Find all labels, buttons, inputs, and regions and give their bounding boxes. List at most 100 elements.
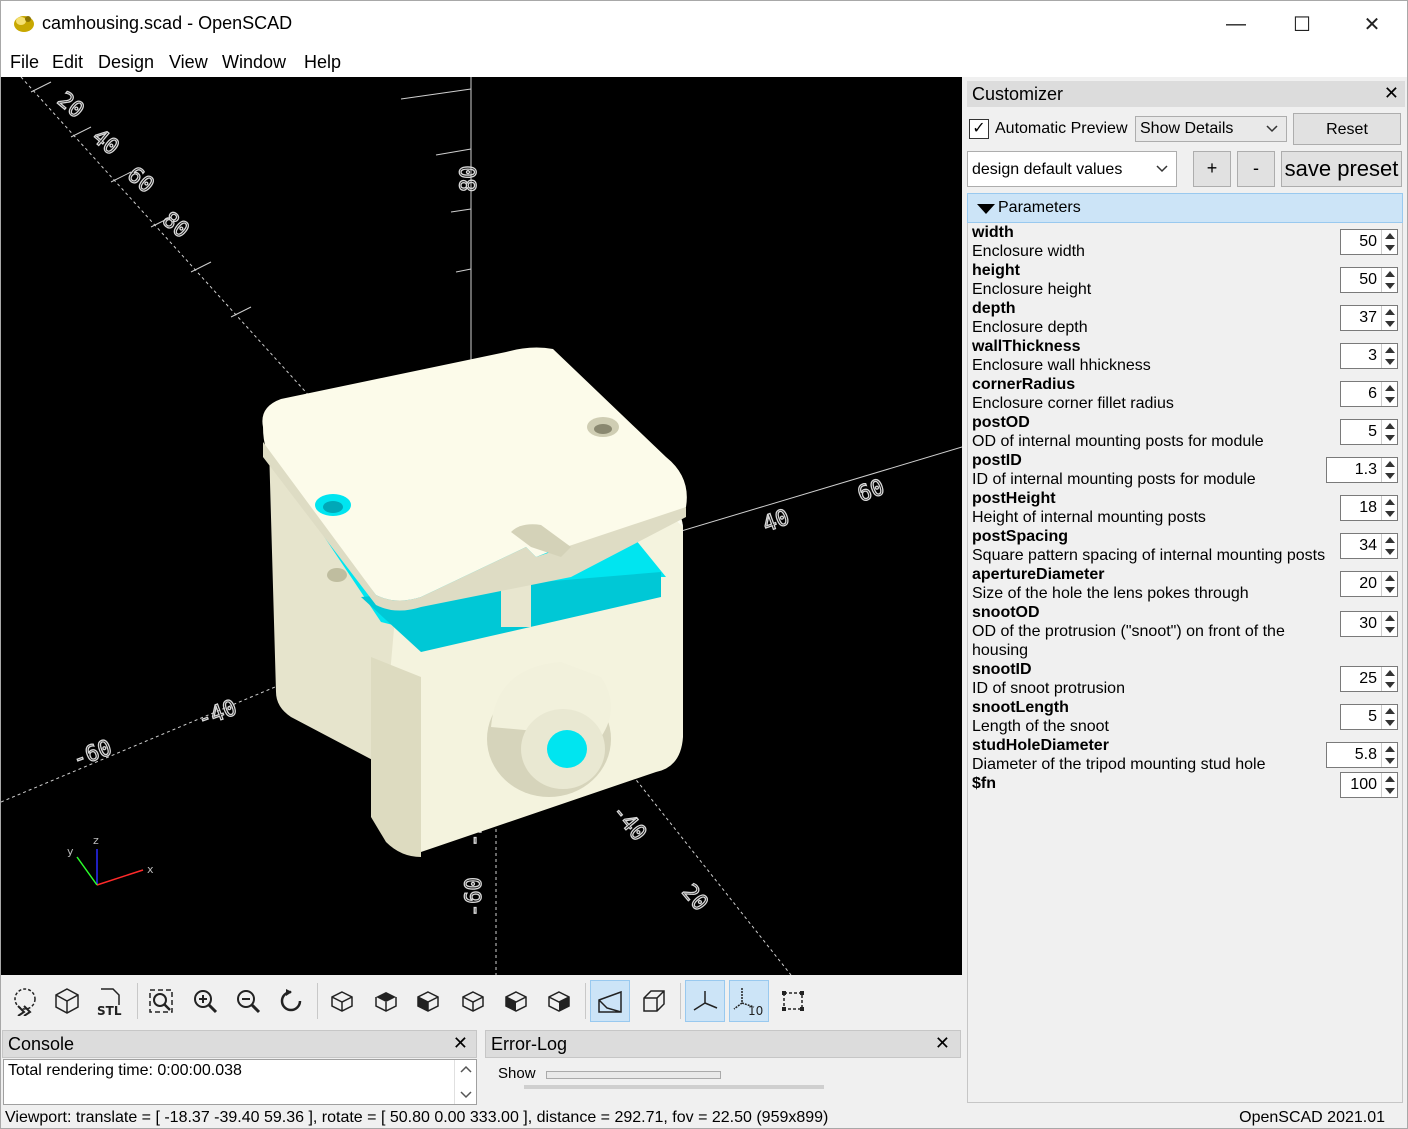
errorlog-show-label: Show bbox=[498, 1065, 536, 1082]
menu-view[interactable]: View bbox=[169, 52, 208, 73]
show-edges-button[interactable] bbox=[773, 980, 813, 1022]
export-stl-button[interactable]: STL bbox=[91, 980, 131, 1022]
param-row: $fn 100 bbox=[972, 772, 1402, 798]
param-value-spinbox[interactable]: 5.8 bbox=[1326, 742, 1398, 768]
3d-viewport[interactable]: 20 40 60 80 -40 -60 40 60 80 -20 -40 -60… bbox=[1, 77, 962, 975]
zoom-in-button[interactable] bbox=[185, 980, 225, 1022]
view-left-button[interactable] bbox=[453, 980, 493, 1022]
show-axes-button[interactable] bbox=[685, 980, 725, 1022]
param-value-spinbox[interactable]: 18 bbox=[1340, 495, 1398, 521]
param-description: Enclosure depth bbox=[972, 319, 1088, 336]
param-value-spinbox[interactable]: 5 bbox=[1340, 419, 1398, 445]
view-front-button[interactable] bbox=[496, 980, 536, 1022]
param-description: ID of snoot protrusion bbox=[972, 680, 1125, 697]
param-value-spinbox[interactable]: 37 bbox=[1340, 305, 1398, 331]
param-value-spinbox[interactable]: 3 bbox=[1340, 343, 1398, 369]
spin-arrows-icon[interactable] bbox=[1381, 667, 1397, 691]
remove-preset-button[interactable]: - bbox=[1237, 151, 1275, 187]
perspective-button[interactable] bbox=[590, 980, 630, 1022]
param-description: Height of internal mounting posts bbox=[972, 509, 1206, 526]
menu-design[interactable]: Design bbox=[98, 52, 154, 73]
param-value-spinbox[interactable]: 20 bbox=[1340, 571, 1398, 597]
param-name: $fn bbox=[972, 775, 996, 792]
console-output[interactable]: Total rendering time: 0:00:00.038 bbox=[3, 1059, 477, 1105]
preview-button[interactable] bbox=[5, 980, 45, 1022]
spin-arrows-icon[interactable] bbox=[1381, 612, 1397, 636]
spin-arrows-icon[interactable] bbox=[1381, 743, 1397, 767]
param-value-spinbox[interactable]: 1.3 bbox=[1326, 457, 1398, 483]
close-window-button[interactable]: ✕ bbox=[1349, 9, 1395, 39]
param-description: Diameter of the tripod mounting stud hol… bbox=[972, 756, 1266, 773]
menu-edit[interactable]: Edit bbox=[52, 52, 83, 73]
reset-button[interactable]: Reset bbox=[1293, 113, 1401, 145]
errorlog-scrollbar[interactable] bbox=[524, 1085, 824, 1089]
param-value-spinbox[interactable]: 50 bbox=[1340, 229, 1398, 255]
preset-select[interactable]: design default values bbox=[967, 151, 1177, 187]
3d-render-canvas[interactable]: 20 40 60 80 -40 -60 40 60 80 -20 -40 -60… bbox=[1, 77, 962, 975]
reset-view-button[interactable] bbox=[271, 980, 311, 1022]
view-bottom-button[interactable] bbox=[408, 980, 448, 1022]
param-description: Size of the hole the lens pokes through bbox=[972, 585, 1249, 602]
errorlog-show-select[interactable] bbox=[546, 1071, 721, 1079]
orthogonal-button[interactable] bbox=[634, 980, 674, 1022]
param-value-spinbox[interactable]: 5 bbox=[1340, 704, 1398, 730]
parameters-section-header[interactable]: Parameters bbox=[967, 193, 1403, 223]
param-row: apertureDiameter Size of the hole the le… bbox=[972, 565, 1402, 603]
view-bottom-icon bbox=[417, 991, 439, 1012]
param-name: postSpacing bbox=[972, 528, 1069, 545]
spin-arrows-icon[interactable] bbox=[1381, 344, 1397, 368]
spin-arrows-icon[interactable] bbox=[1381, 420, 1397, 444]
save-preset-button[interactable]: save preset bbox=[1281, 151, 1402, 187]
show-scale-markers-button[interactable]: 10 bbox=[729, 980, 769, 1022]
spin-arrows-icon[interactable] bbox=[1381, 705, 1397, 729]
param-row: studHoleDiameter Diameter of the tripod … bbox=[972, 736, 1402, 774]
spin-arrows-icon[interactable] bbox=[1381, 306, 1397, 330]
details-select[interactable]: Show Details bbox=[1135, 116, 1287, 142]
spin-arrows-icon[interactable] bbox=[1381, 268, 1397, 292]
spin-arrows-icon[interactable] bbox=[1381, 572, 1397, 596]
param-value-spinbox[interactable]: 25 bbox=[1340, 666, 1398, 692]
customizer-title-bar: Customizer ✕ bbox=[967, 81, 1405, 107]
preview-icon bbox=[14, 988, 36, 1016]
errorlog-close-button[interactable]: ✕ bbox=[935, 1033, 950, 1054]
minimize-button[interactable]: — bbox=[1213, 9, 1259, 39]
automatic-preview-checkbox[interactable]: ✓ bbox=[969, 119, 989, 139]
zoom-out-button[interactable] bbox=[228, 980, 268, 1022]
param-value-spinbox[interactable]: 50 bbox=[1340, 267, 1398, 293]
menu-help[interactable]: Help bbox=[304, 52, 341, 73]
customizer-close-button[interactable]: ✕ bbox=[1384, 83, 1399, 104]
param-description: Enclosure wall hhickness bbox=[972, 357, 1151, 374]
openscad-logo-icon bbox=[14, 16, 34, 32]
customizer-title: Customizer bbox=[972, 84, 1064, 104]
param-value-spinbox[interactable]: 34 bbox=[1340, 533, 1398, 559]
render-button[interactable] bbox=[47, 980, 87, 1022]
ruler-label: 40 bbox=[760, 505, 793, 538]
view-right-button[interactable] bbox=[322, 980, 362, 1022]
param-value-spinbox[interactable]: 6 bbox=[1340, 381, 1398, 407]
maximize-button[interactable]: ☐ bbox=[1279, 9, 1325, 39]
view-back-button[interactable] bbox=[539, 980, 579, 1022]
view-all-button[interactable] bbox=[141, 980, 181, 1022]
param-value-spinbox[interactable]: 100 bbox=[1340, 772, 1398, 798]
menu-file[interactable]: File bbox=[10, 52, 39, 73]
console-close-button[interactable]: ✕ bbox=[453, 1033, 468, 1054]
spin-arrows-icon[interactable] bbox=[1381, 230, 1397, 254]
ruler-label: 20 bbox=[676, 880, 712, 916]
spin-arrows-icon[interactable] bbox=[1381, 773, 1397, 797]
view-top-button[interactable] bbox=[366, 980, 406, 1022]
console-scrollbar[interactable] bbox=[454, 1060, 476, 1104]
view-back-icon bbox=[548, 991, 570, 1012]
param-description: Square pattern spacing of internal mount… bbox=[972, 547, 1326, 564]
spin-arrows-icon[interactable] bbox=[1381, 458, 1397, 482]
param-value-spinbox[interactable]: 30 bbox=[1340, 611, 1398, 637]
spin-arrows-icon[interactable] bbox=[1381, 534, 1397, 558]
menu-window[interactable]: Window bbox=[222, 52, 286, 73]
spin-arrows-icon[interactable] bbox=[1381, 496, 1397, 520]
param-row: wallThickness Enclosure wall hhickness 3 bbox=[972, 337, 1402, 375]
title-bar: camhousing.scad - OpenSCAD — ☐ ✕ bbox=[1, 1, 1407, 47]
openscad-window: camhousing.scad - OpenSCAD — ☐ ✕ File Ed… bbox=[0, 0, 1408, 1129]
axis-gizmo: z x y bbox=[67, 834, 154, 886]
ruler-label: 60 bbox=[122, 162, 158, 198]
spin-arrows-icon[interactable] bbox=[1381, 382, 1397, 406]
add-preset-button[interactable]: + bbox=[1193, 151, 1231, 187]
